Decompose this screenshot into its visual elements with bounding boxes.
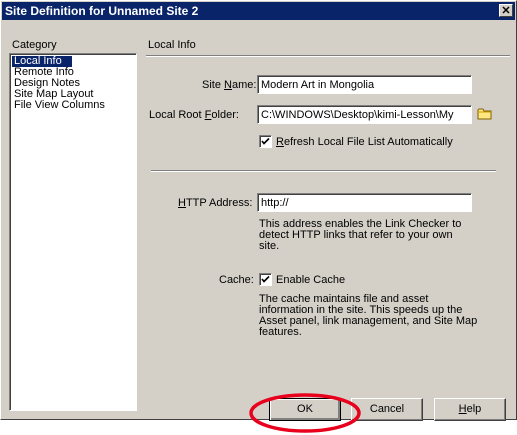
ok-highlight-annotation xyxy=(249,393,361,433)
